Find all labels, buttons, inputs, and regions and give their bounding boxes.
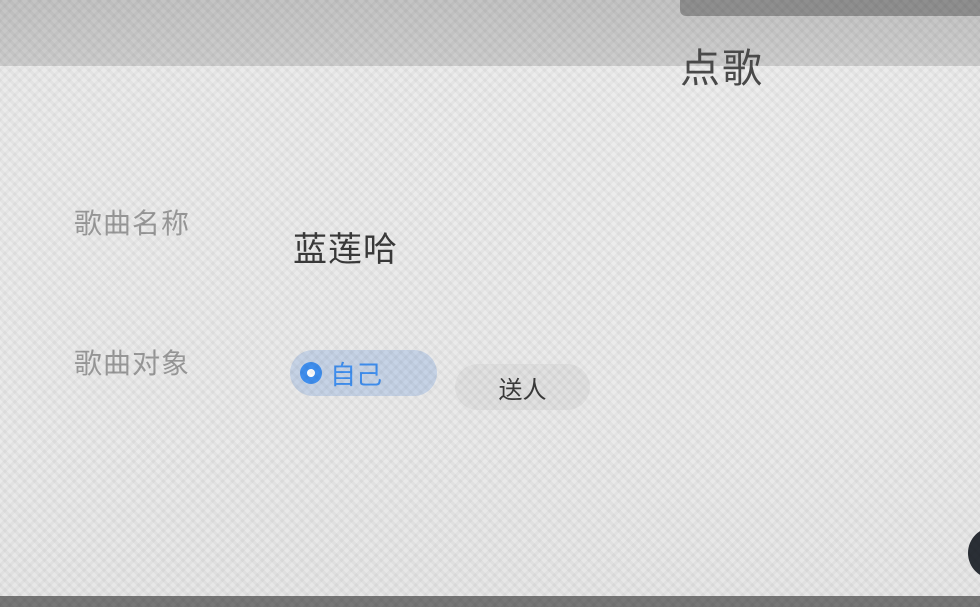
song-request-dialog — [0, 66, 980, 607]
option-self-label: 自己 — [330, 360, 383, 391]
bottom-bezel — [0, 596, 980, 607]
option-self-radio[interactable]: 自己 — [290, 350, 437, 396]
option-gift-radio[interactable]: 送人 — [455, 364, 590, 410]
screen: 点歌 歌曲名称 蓝莲哈 歌曲对象 自己 送人 — [0, 0, 980, 607]
song-name-label: 歌曲名称 — [74, 207, 191, 240]
top-edge-strip — [680, 0, 980, 16]
song-name-value[interactable]: 蓝莲哈 — [293, 222, 398, 271]
song-target-label: 歌曲对象 — [74, 347, 191, 380]
radio-selected-icon — [300, 362, 322, 384]
option-gift-label: 送人 — [498, 375, 547, 404]
dialog-title: 点歌 — [680, 46, 764, 92]
